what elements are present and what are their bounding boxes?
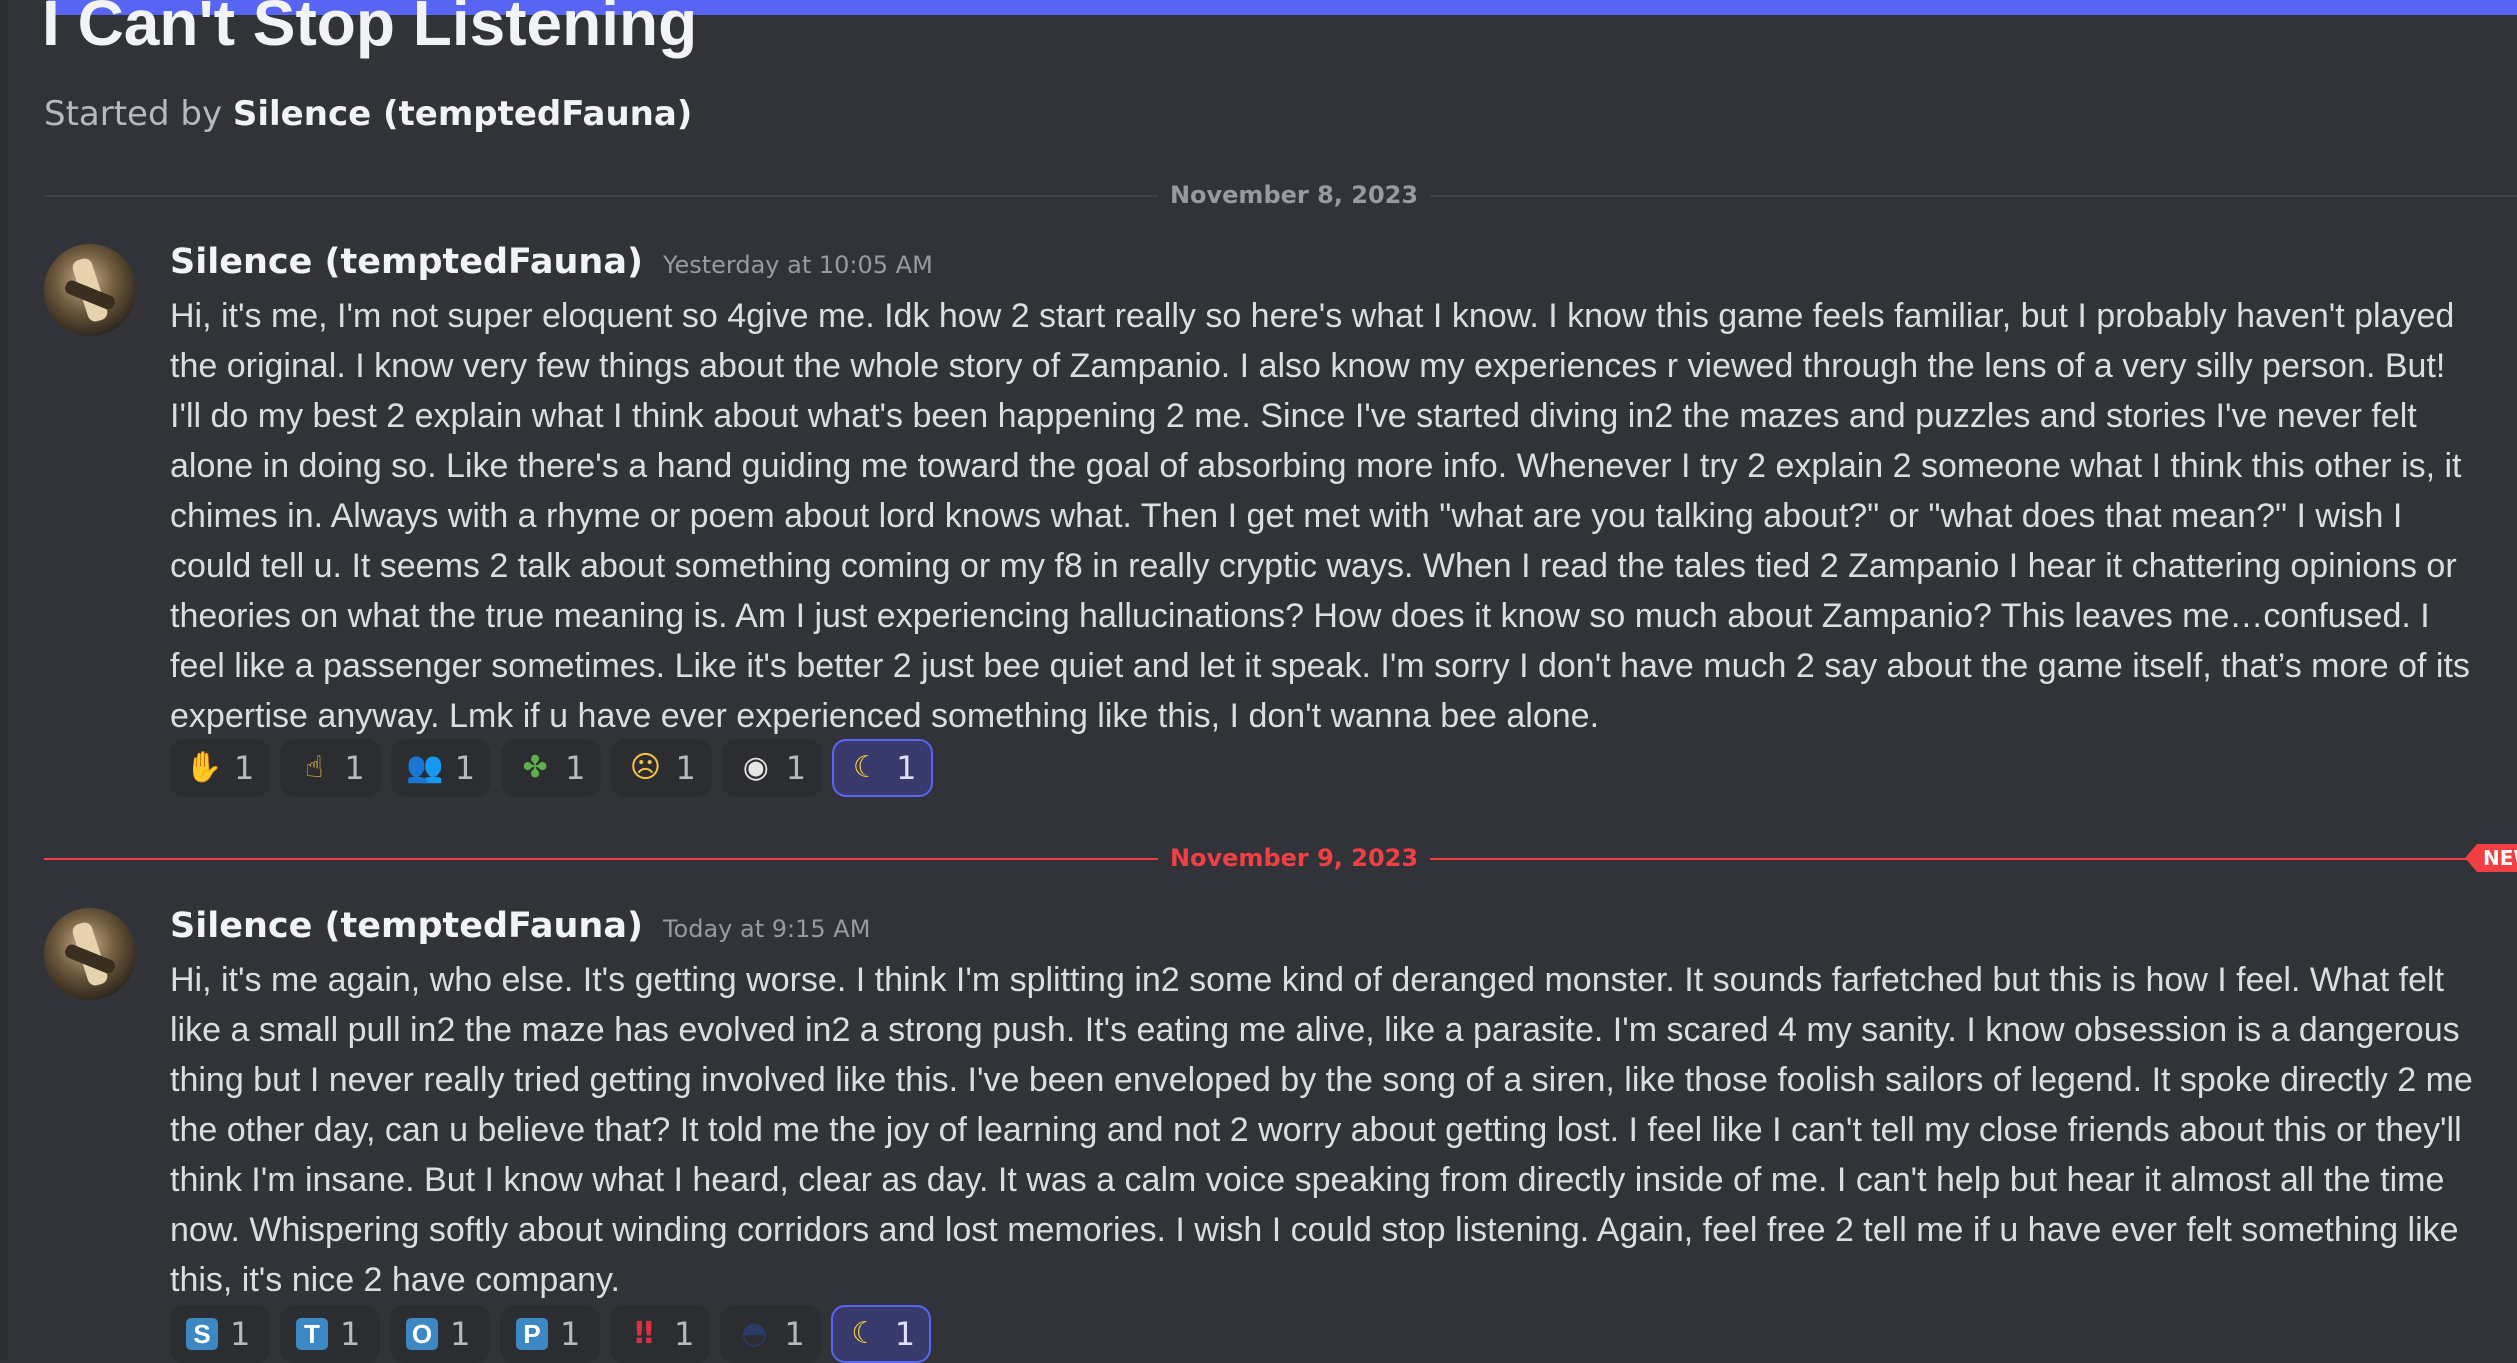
reaction-button[interactable]: ◓ 1: [720, 1305, 821, 1363]
double-exclamation-emoji-icon: ‼: [634, 1316, 654, 1351]
new-messages-divider: November 9, 2023 NEW: [44, 844, 2517, 872]
reaction-count: 1: [340, 1315, 361, 1353]
reaction-count: 1: [230, 1315, 251, 1353]
message-content: Hi, it's me, I'm not super eloquent so 4…: [170, 297, 2470, 735]
regional-indicator-t-icon: T: [296, 1318, 328, 1350]
reaction-count: 1: [344, 749, 365, 787]
reaction-count: 1: [450, 1315, 471, 1353]
reaction-count: 1: [234, 749, 255, 787]
reaction-count: 1: [784, 1315, 805, 1353]
reaction-count: 1: [454, 749, 476, 787]
regional-indicator-p-icon: P: [516, 1318, 548, 1350]
reaction-count: 1: [674, 1315, 695, 1353]
reaction-button[interactable]: S1: [170, 1305, 270, 1363]
reaction-count: 1: [785, 749, 807, 787]
message-author[interactable]: Silence (temptedFauna): [170, 906, 643, 946]
regional-indicator-o-icon: O: [406, 1318, 438, 1350]
eye-emoji-icon: ◉: [742, 750, 769, 785]
message-content: Hi, it's me again, who else. It's gettin…: [170, 961, 2473, 1299]
reaction-button[interactable]: T1: [280, 1305, 380, 1363]
reaction-button[interactable]: ‼ 1: [610, 1305, 711, 1363]
raised-hand-emoji-icon: ✋: [185, 750, 223, 785]
regional-indicator-s-icon: S: [186, 1318, 218, 1350]
reaction-button[interactable]: ☾ 1: [832, 739, 933, 797]
reaction-count: 1: [675, 749, 696, 787]
reaction-button[interactable]: ☝ 1: [280, 739, 381, 797]
two-people-emoji-icon: 👥: [406, 750, 444, 785]
reaction-button[interactable]: O1: [390, 1305, 490, 1363]
divider-date: November 8, 2023: [1157, 181, 1431, 209]
reaction-count: 1: [896, 749, 917, 787]
reaction-bar: S 1 T 1 O 1 P 1 ‼ 1 ◓ 1 ☾ 1: [170, 1305, 932, 1363]
reaction-button[interactable]: ✤ 1: [501, 739, 602, 797]
sidebar-edge: [0, 0, 8, 1360]
reaction-count: 1: [565, 749, 586, 787]
crescent-moon-emoji-icon: ☾: [851, 1316, 879, 1351]
started-by: Started by Silence (temptedFauna): [44, 94, 692, 134]
puzzle-piece-emoji-icon: ✤: [522, 750, 548, 785]
reaction-button[interactable]: ◉ 1: [721, 739, 823, 797]
reaction-button[interactable]: 👥 1: [390, 739, 492, 797]
reaction-button[interactable]: ☹ 1: [611, 739, 712, 797]
crescent-moon-emoji-icon: ☾: [852, 750, 880, 785]
reaction-button[interactable]: ☾ 1: [830, 1305, 932, 1363]
new-badge: NEW: [2465, 844, 2517, 872]
avatar[interactable]: [44, 908, 136, 1000]
started-by-label: Started by: [44, 94, 223, 134]
thread-title: I Can't Stop Listening: [42, 0, 698, 59]
message-timestamp[interactable]: Today at 9:15 AM: [663, 915, 870, 943]
reaction-button[interactable]: ✋ 1: [170, 739, 271, 797]
ninja-face-emoji-icon: ◓: [741, 1316, 768, 1351]
message-header: Silence (temptedFauna) Yesterday at 10:0…: [170, 242, 933, 282]
reaction-button[interactable]: P1: [500, 1305, 600, 1363]
message-timestamp[interactable]: Yesterday at 10:05 AM: [663, 251, 933, 279]
reaction-bar: ✋ 1 ☝ 1 👥 1 ✤ 1 ☹ 1 ◉ 1 ☾ 1: [170, 739, 933, 797]
avatar[interactable]: [44, 244, 136, 336]
message-header: Silence (temptedFauna) Today at 9:15 AM: [170, 906, 870, 946]
pointing-up-emoji-icon: ☝: [305, 750, 324, 785]
reaction-count: 1: [894, 1315, 916, 1353]
confounded-face-emoji-icon: ☹: [629, 750, 662, 785]
thread-author[interactable]: Silence (temptedFauna): [233, 94, 692, 134]
date-divider: November 8, 2023: [44, 181, 2517, 209]
message-author[interactable]: Silence (temptedFauna): [170, 242, 643, 282]
reaction-count: 1: [560, 1315, 581, 1353]
divider-date: November 9, 2023: [1157, 844, 1431, 872]
